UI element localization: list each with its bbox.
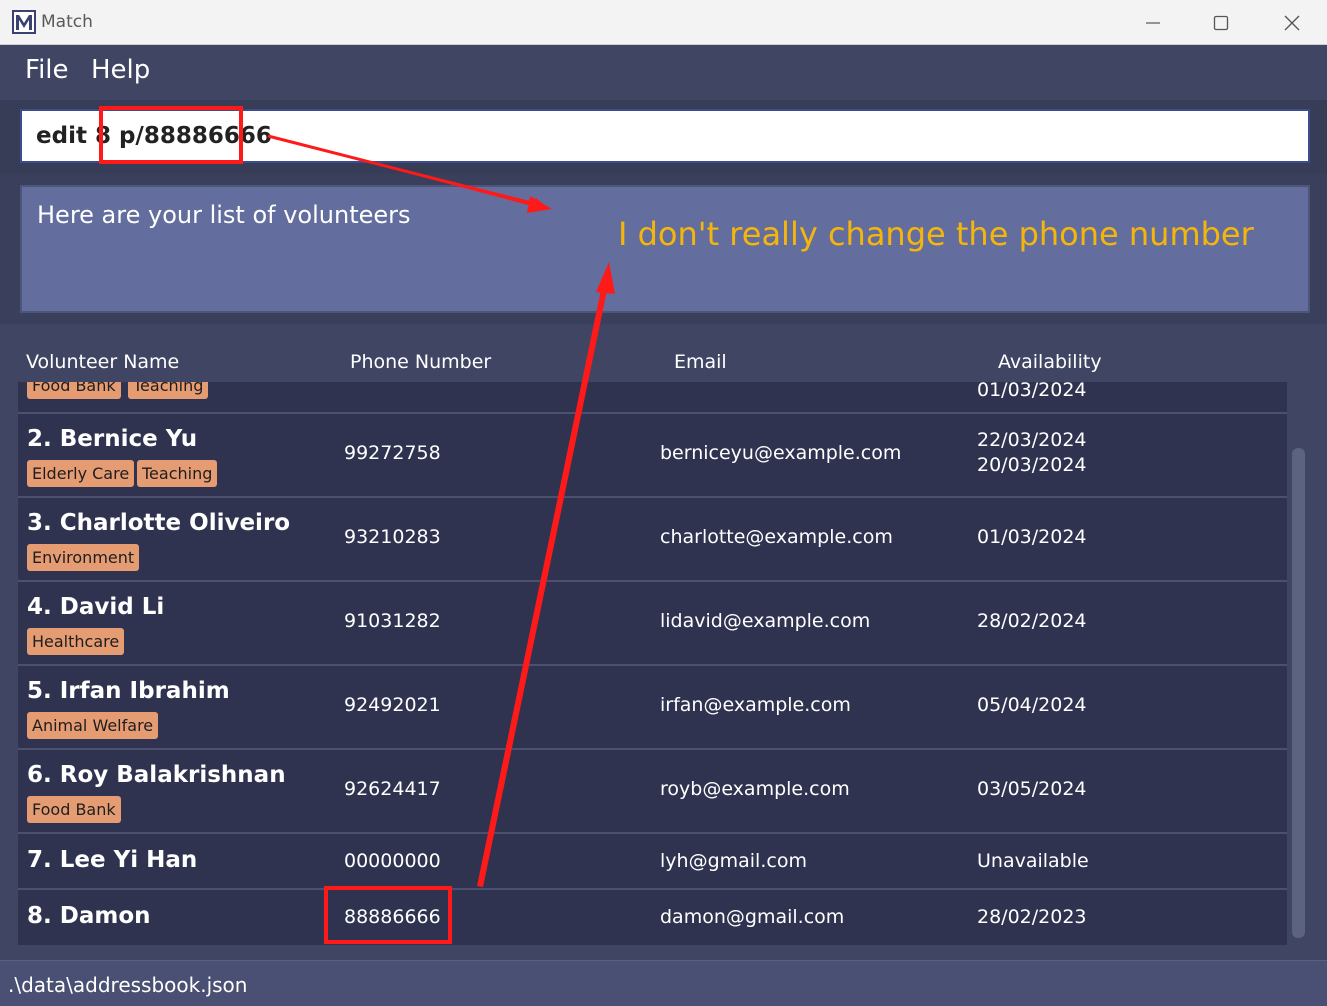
volunteer-name: 5. Irfan Ibrahim (27, 678, 230, 704)
maximize-icon (1213, 15, 1229, 31)
phone-number: 92492021 (344, 694, 441, 716)
phone-number: 91031282 (344, 610, 441, 632)
menu-bar: File Help (0, 45, 1327, 100)
menu-file[interactable]: File (25, 55, 69, 85)
phone-number: 99272758 (344, 442, 441, 464)
phone-number: 93210283 (344, 526, 441, 548)
phone-number: 92624417 (344, 778, 441, 800)
availability-date: 20/03/2024 (977, 454, 1087, 476)
list-item[interactable]: 5. Irfan Ibrahim Animal Welfare 92492021… (18, 664, 1287, 748)
volunteer-name: 8. Damon (27, 903, 151, 929)
m-logo-icon (12, 10, 36, 34)
tag: Healthcare (27, 628, 125, 655)
list-scrollbar[interactable] (1292, 448, 1305, 938)
minimize-button[interactable] (1131, 8, 1175, 38)
availability-date: 05/04/2024 (977, 694, 1087, 716)
availability-date: 22/03/2024 (977, 429, 1087, 451)
header-email: Email (674, 351, 727, 373)
close-icon (1284, 15, 1300, 31)
tag: Food Bank (27, 382, 121, 399)
command-box-container: edit 8 p/88886666 (0, 100, 1327, 174)
list-item[interactable]: 3. Charlotte Oliveiro Environment 932102… (18, 496, 1287, 580)
command-input[interactable]: edit 8 p/88886666 (20, 109, 1310, 163)
volunteer-name: 2. Bernice Yu (27, 426, 198, 452)
list-item[interactable]: 4. David Li Healthcare 91031282 lidavid@… (18, 580, 1287, 664)
maximize-button[interactable] (1199, 8, 1243, 38)
volunteer-name: 4. David Li (27, 594, 165, 620)
email: irfan@example.com (660, 694, 851, 716)
list-item[interactable]: 6. Roy Balakrishnan Food Bank 92624417 r… (18, 748, 1287, 832)
header-volunteer-name: Volunteer Name (26, 351, 180, 373)
phone-number: 00000000 (344, 850, 441, 872)
availability-date: Unavailable (977, 850, 1089, 872)
list-item[interactable]: 7. Lee Yi Han 00000000 lyh@gmail.com Una… (18, 832, 1287, 888)
close-button[interactable] (1270, 8, 1314, 38)
command-input-text: edit 8 p/88886666 (36, 123, 272, 149)
availability-date: 28/02/2023 (977, 906, 1087, 928)
tag: Animal Welfare (27, 712, 159, 739)
list-item[interactable]: 2. Bernice Yu Elderly Care Teaching 9927… (18, 412, 1287, 496)
status-bar: .\data\addressbook.json (0, 960, 1327, 1006)
tag: Teaching (128, 382, 209, 399)
tag: Teaching (137, 460, 218, 487)
email: damon@gmail.com (660, 906, 845, 928)
availability-date: 28/02/2024 (977, 610, 1087, 632)
availability-date: 01/03/2024 (977, 526, 1087, 548)
email: lidavid@example.com (660, 610, 871, 632)
volunteer-name: 6. Roy Balakrishnan (27, 762, 286, 788)
volunteer-name: 3. Charlotte Oliveiro (27, 510, 291, 536)
tag: Food Bank (27, 796, 121, 823)
email: berniceyu@example.com (660, 442, 902, 464)
volunteer-name: 7. Lee Yi Han (27, 847, 198, 873)
email: charlotte@example.com (660, 526, 893, 548)
annotation-note: I don't really change the phone number (618, 215, 1254, 253)
availability-date: 03/05/2024 (977, 778, 1087, 800)
tag: Elderly Care (27, 460, 135, 487)
volunteer-list[interactable]: Food Bank Teaching 01/03/2024 2. Bernice… (18, 382, 1287, 945)
window-title: Match (41, 12, 93, 32)
status-file-path: .\data\addressbook.json (8, 973, 248, 997)
header-phone-number: Phone Number (350, 351, 492, 373)
volunteer-list-panel: Volunteer Name Phone Number Email Availa… (0, 324, 1327, 960)
tag: Environment (27, 544, 140, 571)
result-message: Here are your list of volunteers (37, 201, 411, 229)
phone-number: 88886666 (344, 906, 441, 928)
availability-date: 01/03/2024 (977, 382, 1087, 401)
list-item-partial[interactable]: Food Bank Teaching 01/03/2024 (18, 382, 1287, 412)
list-item[interactable]: 8. Damon 88886666 damon@gmail.com 28/02/… (18, 888, 1287, 945)
email: royb@example.com (660, 778, 850, 800)
header-availability: Availability (998, 351, 1102, 373)
minimize-icon (1146, 22, 1160, 24)
title-bar: Match (0, 0, 1327, 45)
menu-help[interactable]: Help (91, 55, 150, 85)
email: lyh@gmail.com (660, 850, 807, 872)
